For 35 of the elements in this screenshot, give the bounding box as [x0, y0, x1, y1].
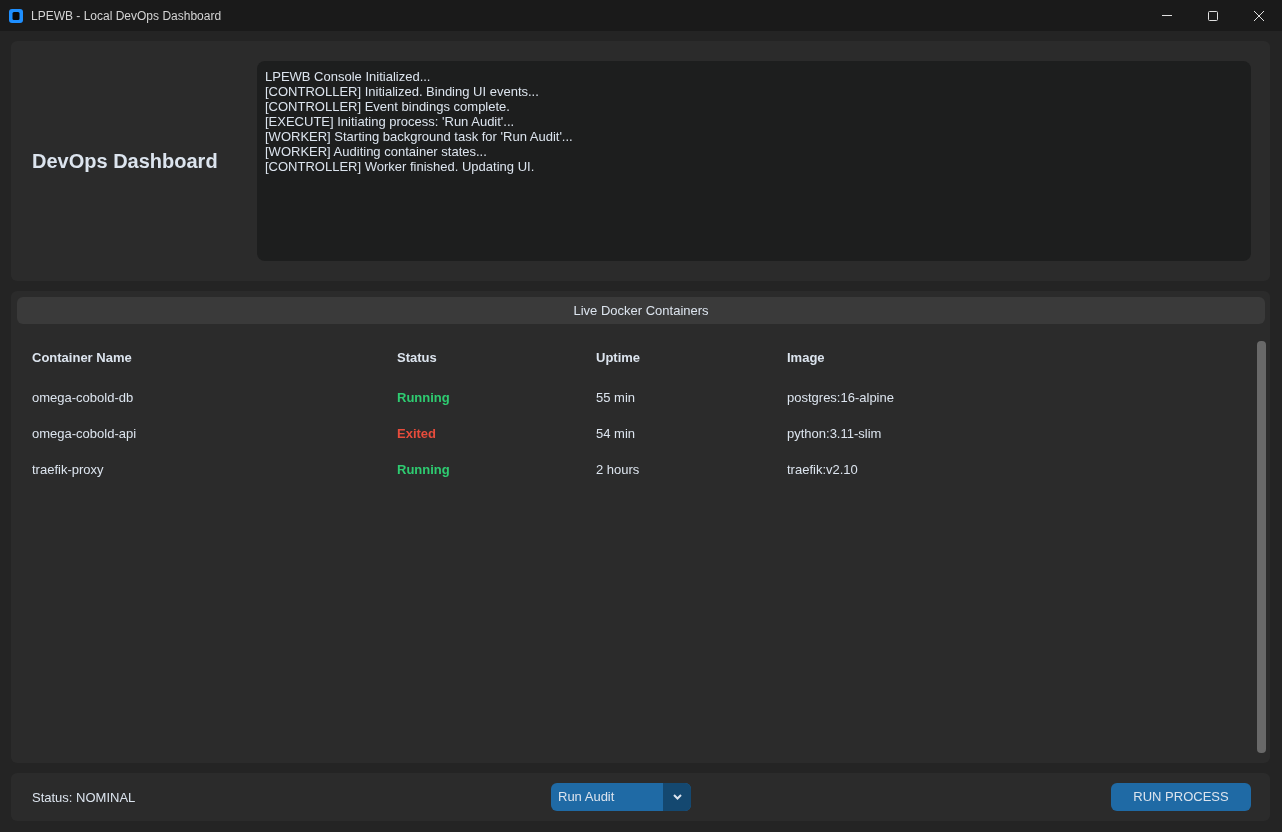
console-line: [CONTROLLER] Initialized. Binding UI events...	[265, 84, 540, 99]
table-cell-text: 54 min	[596, 425, 636, 444]
status-text: Running	[397, 461, 450, 480]
chevron-down-icon	[672, 794, 682, 800]
column-header: Uptime	[596, 349, 641, 368]
console-line: [WORKER] Starting background task for 'Run Audit'...	[265, 129, 574, 144]
section-title: Live Docker Containers	[573, 301, 709, 320]
maximize-icon	[1208, 10, 1218, 21]
column-header: Status	[397, 349, 437, 368]
run-process-button[interactable]: RUN PROCESS	[1111, 783, 1251, 811]
status-text: Exited	[397, 425, 436, 444]
table-cell-text: 55 min	[596, 389, 636, 408]
table-cell-text: traefik-proxy	[32, 461, 104, 480]
table-cell-text: omega-cobold-db	[32, 389, 134, 408]
process-dropdown[interactable]: Run Audit	[551, 783, 691, 811]
console-line: [CONTROLLER] Event bindings complete.	[265, 99, 511, 114]
status-text: Running	[397, 389, 450, 408]
app-icon	[9, 8, 23, 23]
status-text: Status: NOMINAL	[32, 790, 136, 805]
console-line: [CONTROLLER] Worker finished. Updating UI.	[265, 159, 536, 174]
close-icon	[1254, 10, 1264, 21]
table-cell-text: traefik:v2.10	[787, 461, 858, 480]
console-line: [EXECUTE] Initiating process: 'Run Audit'...	[265, 114, 516, 129]
console-line: [WORKER] Auditing container states...	[265, 144, 488, 159]
minimize-icon	[1162, 15, 1172, 16]
column-header: Image	[787, 349, 825, 368]
window-title: LPEWB - Local DevOps Dashboard	[31, 7, 222, 25]
table-cell-text: python:3.11-slim	[787, 425, 882, 444]
dashboard-title: DevOps Dashboard	[32, 149, 218, 174]
scrollbar-thumb[interactable]	[1257, 341, 1266, 753]
table-cell-text: postgres:16-alpine	[787, 389, 894, 408]
table-cell-text: omega-cobold-api	[32, 425, 137, 444]
column-header: Container Name	[32, 349, 132, 368]
table-cell-text: 2 hours	[596, 461, 640, 480]
console-line: LPEWB Console Initialized...	[265, 69, 432, 84]
